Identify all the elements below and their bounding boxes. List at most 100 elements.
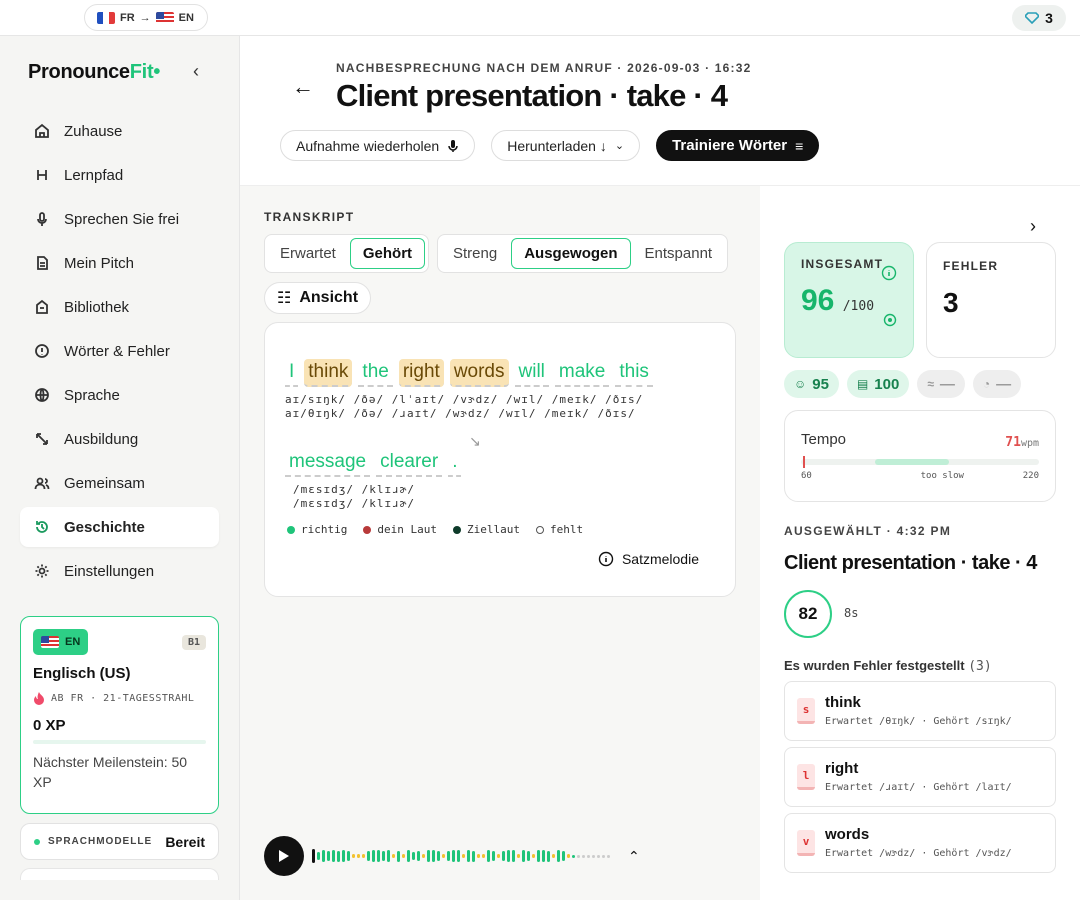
- sidebar-item-woerter[interactable]: Wörter & Fehler: [20, 331, 219, 371]
- error-item[interactable]: l right Erwartet /ɹaɪt/ · Gehört /laɪt/: [784, 747, 1056, 807]
- session-meta: NACHBESPRECHUNG NACH DEM ANRUF · 2026-09…: [336, 61, 752, 75]
- error-item[interactable]: s think Erwartet /θɪŋk/ · Gehört /sɪŋk/: [784, 681, 1056, 741]
- waveform-bar: [582, 854, 585, 858]
- waveform-bar: [472, 850, 475, 862]
- legend-item: fehlt: [535, 523, 583, 536]
- app-logo[interactable]: PronounceFit•: [28, 61, 160, 84]
- sidebar-item-sprechen[interactable]: Sprechen Sie frei: [20, 199, 219, 239]
- waveform-bar: [352, 854, 355, 858]
- waveform-bar: [557, 850, 560, 862]
- transcript-word[interactable]: make: [554, 359, 610, 387]
- repeat-recording-button[interactable]: Aufnahme wiederholen: [280, 130, 476, 161]
- waveform-bar: [312, 849, 315, 863]
- sidebar-card-stub: [20, 868, 219, 880]
- transcript-word[interactable]: clearer: [376, 449, 443, 477]
- waveform-bar: [502, 851, 505, 861]
- tempo-scale: 60 too slow 220: [801, 471, 1039, 481]
- waveform-bar: [537, 850, 540, 862]
- accuracy-chip[interactable]: ☺ 95: [784, 370, 839, 398]
- home-icon: [35, 123, 49, 138]
- sidebar-item-sprache[interactable]: Sprache: [20, 375, 219, 415]
- transcript-word-error[interactable]: right: [398, 359, 444, 387]
- chevron-up-icon[interactable]: ⌃: [628, 848, 640, 865]
- waveform-bar: [332, 850, 335, 862]
- sidebar-item-bibliothek[interactable]: Bibliothek: [20, 287, 219, 327]
- sidebar-item-pitch[interactable]: Mein Pitch: [20, 243, 219, 283]
- mode-balanced[interactable]: Ausgewogen: [511, 238, 631, 269]
- waveform-bar: [567, 854, 570, 858]
- collapse-sidebar-icon[interactable]: ‹: [193, 61, 199, 82]
- sidebar-item-gemeinsam[interactable]: Gemeinsam: [20, 463, 219, 503]
- sidebar-item-ausbildung[interactable]: Ausbildung: [20, 419, 219, 459]
- completeness-chip[interactable]: ▤ 100: [846, 370, 910, 398]
- transcript-word[interactable]: will: [514, 359, 549, 387]
- transcript-card: I think the right words will make this a…: [264, 322, 736, 597]
- tempo-bar: [801, 456, 1039, 468]
- speed-chip[interactable]: ◔ —: [972, 370, 1022, 398]
- transcript-word-error[interactable]: think: [304, 359, 353, 387]
- tab-heard[interactable]: Gehört: [349, 238, 426, 269]
- download-button[interactable]: Herunterladen ↓ ⌄: [491, 130, 641, 161]
- fluency-chip[interactable]: ≈ —: [917, 370, 965, 398]
- waveform[interactable]: [312, 846, 610, 866]
- tab-expected[interactable]: Erwartet: [268, 238, 348, 269]
- error-detail: Erwartet /wɝdz/ · Gehört /vɝdz/: [825, 848, 1012, 859]
- play-icon: [279, 850, 289, 862]
- legend-item: Ziellaut: [452, 523, 520, 536]
- sidebar-item-label: Lernpfad: [64, 166, 124, 184]
- transcript-panel: TRANSKRIPT Erwartet Gehört Streng Ausgew…: [240, 186, 760, 900]
- waveform-bar: [527, 851, 530, 861]
- transcript-line-2: message clearer .: [285, 449, 462, 477]
- play-button[interactable]: [264, 836, 304, 876]
- gauge-icon: ◔: [982, 377, 991, 391]
- view-options-button[interactable]: ☷ Ansicht: [264, 282, 372, 314]
- sidebar-item-lernpfad[interactable]: Lernpfad: [20, 155, 219, 195]
- language-card[interactable]: EN B1 Englisch (US) AB FR · 21-TAGESSTRA…: [20, 616, 219, 814]
- waveform-bar: [577, 854, 580, 858]
- path-icon: [37, 170, 47, 180]
- tempo-label: Tempo: [801, 431, 847, 448]
- waveform-bar: [322, 850, 325, 862]
- language-badge: EN: [33, 629, 89, 655]
- chevron-right-icon[interactable]: ›: [1030, 216, 1036, 237]
- document-icon: [37, 256, 48, 270]
- level-badge: B1: [181, 635, 206, 650]
- info-icon[interactable]: [881, 265, 897, 281]
- waveform-bar: [397, 850, 400, 862]
- waveform-bar: [417, 851, 420, 861]
- sliders-icon: ☷: [277, 290, 292, 307]
- sidebar-item-geschichte[interactable]: Geschichte: [20, 507, 219, 547]
- globe-icon: [35, 388, 49, 402]
- ipa-expected-line-1: aɪ/θɪŋk/ /ðə/ /ɹaɪt/ /wɝdz/ /wɪl/ /meɪk/…: [285, 407, 636, 420]
- error-detail: Erwartet /ɹaɪt/ · Gehört /laɪt/: [825, 782, 1012, 793]
- intonation-button[interactable]: Satzmelodie: [598, 551, 699, 567]
- mode-strict[interactable]: Streng: [441, 238, 509, 269]
- error-item[interactable]: v words Erwartet /wɝdz/ · Gehört /vɝdz/: [784, 813, 1056, 873]
- transcript-word[interactable]: .: [448, 449, 462, 477]
- sidebar-item-label: Bibliothek: [64, 298, 130, 316]
- language-pair-selector[interactable]: FR → EN: [84, 4, 208, 31]
- transcript-word[interactable]: I: [285, 359, 299, 387]
- mode-relaxed[interactable]: Entspannt: [633, 238, 725, 269]
- train-words-button[interactable]: Trainiere Wörter ≡: [656, 130, 820, 161]
- waveform-bar: [507, 850, 510, 862]
- streak-info: AB FR · 21-TAGESSTRAHL: [33, 691, 206, 705]
- top-bar: FR → EN 3: [0, 0, 1080, 36]
- transcript-word-error[interactable]: words: [449, 359, 509, 387]
- lang-to: EN: [178, 11, 194, 24]
- transcript-word[interactable]: message: [285, 449, 371, 477]
- waveform-bar: [492, 851, 495, 861]
- transcript-word[interactable]: this: [615, 359, 653, 387]
- gems-counter[interactable]: 3: [1012, 5, 1066, 31]
- selected-take-title: Client presentation · take · 4: [784, 552, 1037, 574]
- tempo-marker: [803, 456, 805, 468]
- sidebar-item-einstellungen[interactable]: Einstellungen: [20, 551, 219, 591]
- overall-score-card: INSGESAMT 96 /100: [784, 242, 914, 358]
- waveform-bar: [342, 850, 345, 862]
- waveform-bar: [477, 854, 480, 858]
- waveform-bar: [607, 854, 610, 858]
- back-arrow-icon[interactable]: ←: [292, 74, 314, 100]
- people-icon: ☺: [794, 377, 807, 391]
- sidebar-item-zuhause[interactable]: Zuhause: [20, 111, 219, 151]
- transcript-word[interactable]: the: [358, 359, 393, 387]
